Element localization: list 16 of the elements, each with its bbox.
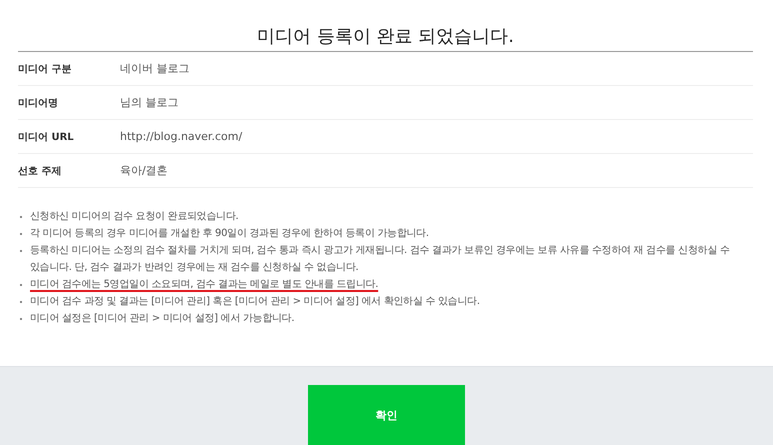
field-label: 선호 주제	[18, 164, 62, 178]
field-value: 육아/결혼	[120, 163, 168, 178]
notice-text: 미디어 검수 과정 및 결과는 [미디어 관리] 혹은 [미디어 관리 > 미디어 설정] 에서 확인하실 수 있습니다.	[30, 295, 481, 309]
notice-text: 신청하신 미디어의 검수 요청이 완료되었습니다.	[30, 210, 240, 224]
field-label: 미디어명	[18, 96, 59, 110]
field-value: 네이버 블로그	[120, 61, 190, 76]
notice-text: 미디어 검수에는 5영업일이 소요되며, 검수 결과는 메일로 별도 안내를 드립니다.	[30, 278, 380, 292]
field-value: http://blog.naver.com/	[120, 130, 242, 143]
notice-text: 미디어 설정은 [미디어 관리 > 미디어 설정] 에서 가능합니다.	[30, 312, 296, 326]
page-title: 미디어 등록이 완료 되었습니다.	[256, 25, 515, 49]
field-label: 미디어 구분	[18, 62, 72, 76]
field-value: 님의 블로그	[120, 95, 178, 110]
field-label: 미디어 URL	[18, 130, 75, 144]
notice-text: 등록하신 미디어는 소정의 검수 절차를 거치게 되며, 검수 통과 즉시 광고가 게재됩니다. 검수 결과가 보류인 경우에는 보류 사유를 수정하여 재 검수를 신청하실 수 있습니다. 단, 검수 결과가 반려인 경우에는 재 검수를 신청하실 수 없습니다.	[30, 244, 731, 275]
notice-text: 각 미디어 등록의 경우 미디어를 개설한 후 90일이 경과된 경우에 한하여 등록이 가능합니다.	[30, 227, 430, 241]
confirm-button[interactable]: 확인	[308, 385, 465, 445]
